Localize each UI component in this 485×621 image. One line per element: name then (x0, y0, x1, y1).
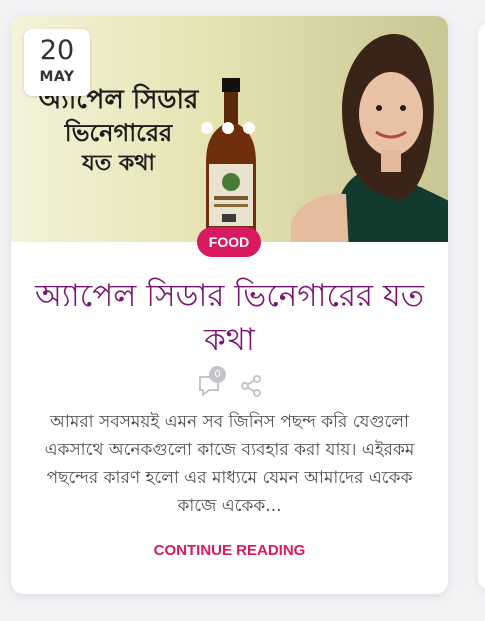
date-month: MAY (39, 69, 75, 85)
post-card: অ্যাপেল সিডার ভিনেগারের যত কথা 20 MAY FO… (11, 16, 448, 594)
category-badge[interactable]: FOOD (197, 227, 261, 257)
hero-text-line-3: যত কথা (82, 151, 155, 177)
post-featured-image[interactable]: অ্যাপেল সিডার ভিনেগারের যত কথা 20 MAY (11, 16, 448, 242)
woman-illustration (291, 33, 448, 242)
vinegar-bottle-illustration (206, 78, 256, 242)
post-meta: 0 (11, 366, 448, 403)
continue-reading-link[interactable]: CONTINUE READING (11, 542, 448, 559)
more-dots-icon[interactable] (201, 122, 255, 136)
share-icon (241, 375, 261, 397)
dot-1 (201, 122, 213, 134)
share-button[interactable] (239, 374, 263, 398)
next-post-card (478, 24, 485, 589)
comment-count-badge: 0 (209, 366, 226, 383)
date-badge: 20 MAY (24, 29, 90, 96)
date-day: 20 (39, 35, 75, 66)
dot-3 (243, 122, 255, 134)
post-title[interactable]: অ্যাপেল সিডার ভিনেগারের যত কথা (31, 274, 428, 362)
hero-image-text: অ্যাপেল সিডার ভিনেগারের যত কথা (11, 85, 226, 177)
hero-text-line-2: ভিনেগারের (64, 118, 173, 147)
post-excerpt: আমরা সবসময়ই এমন সব জিনিস পছন্দ করি যেগু… (44, 412, 415, 516)
dot-2 (222, 122, 234, 134)
